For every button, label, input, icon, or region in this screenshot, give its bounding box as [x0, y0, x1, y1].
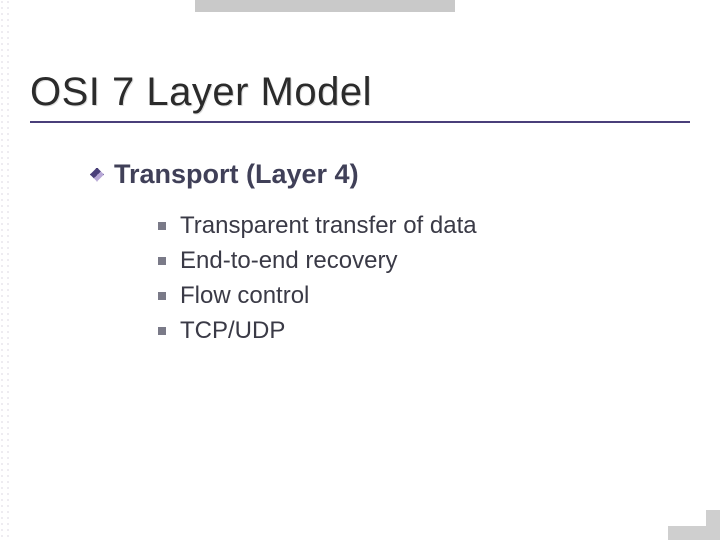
item-text: Flow control [180, 282, 309, 310]
square-bullet-icon [158, 327, 166, 335]
slide-body: OSI 7 Layer Model Transport (Layer 4) Tr… [0, 0, 720, 540]
square-bullet-icon [158, 222, 166, 230]
square-bullet-icon [158, 257, 166, 265]
list-item: Flow control [158, 282, 690, 310]
list-item: Transparent transfer of data [158, 212, 690, 240]
list-item: End-to-end recovery [158, 247, 690, 275]
square-bullet-icon [158, 292, 166, 300]
subhead-row: Transport (Layer 4) [90, 159, 690, 190]
item-list: Transparent transfer of data End-to-end … [158, 212, 690, 345]
diamond-bullet-icon [90, 168, 104, 182]
subhead-text: Transport (Layer 4) [114, 159, 359, 190]
decorative-corner [668, 510, 720, 540]
item-text: TCP/UDP [180, 317, 285, 345]
item-text: Transparent transfer of data [180, 212, 477, 240]
slide-title: OSI 7 Layer Model [30, 70, 690, 115]
list-item: TCP/UDP [158, 317, 690, 345]
title-underline [30, 121, 690, 123]
item-text: End-to-end recovery [180, 247, 397, 275]
